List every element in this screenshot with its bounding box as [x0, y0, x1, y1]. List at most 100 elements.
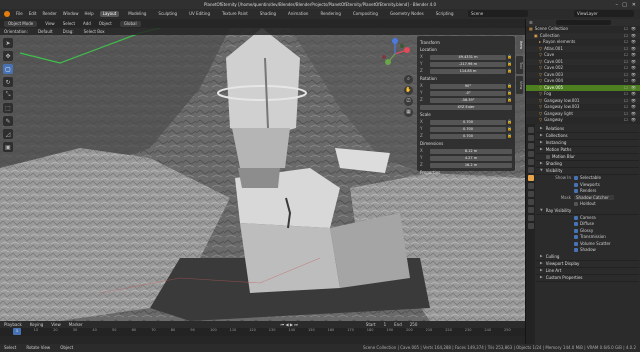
lock-icon[interactable]: 🔒: [506, 91, 512, 95]
visibility-icon[interactable]: ☐ 👁: [624, 27, 637, 31]
annotate-icon[interactable]: ✎: [3, 116, 13, 126]
physics-tab-icon[interactable]: [527, 199, 534, 205]
properties-section[interactable]: ▶ Shading: [536, 161, 639, 168]
workspace-tab[interactable]: Modeling: [125, 11, 149, 17]
workspace-tab[interactable]: UV Editing: [186, 11, 213, 17]
object-tab-icon[interactable]: [527, 175, 534, 181]
properties-subsection[interactable]: Motion Blur: [536, 154, 639, 161]
checkbox[interactable]: [574, 228, 578, 233]
timeline[interactable]: Playback Keying View Marker ⏮ ◀ ▶ ⏭ Star…: [0, 321, 525, 344]
lock-icon[interactable]: 🔒: [506, 134, 512, 138]
workspace-tab[interactable]: Sculpting: [155, 11, 180, 17]
lock-icon[interactable]: 🔒: [506, 55, 512, 59]
navigation-gizmo[interactable]: [378, 37, 412, 71]
grid-icon[interactable]: ▦: [404, 108, 413, 117]
end-frame-field[interactable]: 250: [410, 322, 418, 327]
cursor-icon[interactable]: ➤: [3, 38, 13, 48]
properties-section[interactable]: ▶ Custom Properties: [536, 275, 639, 282]
close-icon[interactable]: ✕: [632, 2, 636, 8]
timeline-menu-marker[interactable]: Marker: [69, 322, 83, 327]
measure-icon[interactable]: ◿: [3, 129, 13, 139]
scale-z-field[interactable]: 0.700: [430, 133, 506, 139]
visibility-icon[interactable]: ☐ 👁: [624, 105, 637, 109]
camera-icon[interactable]: ⎚: [404, 97, 413, 106]
blender-logo-icon[interactable]: [4, 11, 10, 17]
rotation-z-field[interactable]: -58.39°: [430, 97, 506, 103]
transform-icon[interactable]: ⬚: [3, 103, 13, 113]
viewport-menu-select[interactable]: Select: [63, 21, 75, 26]
properties-section[interactable]: ▶ Instancing: [536, 140, 639, 147]
constraints-tab-icon[interactable]: [527, 207, 534, 213]
checkbox[interactable]: [574, 189, 578, 194]
orientation-dropdown[interactable]: Global: [119, 20, 141, 27]
menu-edit[interactable]: Edit: [29, 12, 37, 16]
checkbox[interactable]: [574, 215, 578, 220]
rotation-y-field[interactable]: -0°: [430, 90, 506, 96]
lock-icon[interactable]: 🔒: [506, 127, 512, 131]
workspace-tab[interactable]: Shading: [257, 11, 279, 17]
properties-section[interactable]: ▼ Visibility: [536, 168, 639, 175]
zoom-icon[interactable]: ⌕: [404, 75, 413, 84]
rotation-mode-dropdown[interactable]: XYZ Euler: [420, 104, 512, 110]
visibility-icon[interactable]: ☐ 👁: [624, 46, 637, 51]
visibility-icon[interactable]: ☐ 👁: [624, 85, 637, 90]
scale-icon[interactable]: ⤡: [3, 90, 13, 100]
rotate-icon[interactable]: ↻: [3, 77, 13, 87]
workspace-tab[interactable]: Scripting: [433, 11, 457, 17]
visibility-icon[interactable]: ☐ 👁: [624, 59, 637, 64]
visibility-icon[interactable]: ☐ 👁: [624, 79, 637, 83]
visibility-icon[interactable]: ☐ 👁: [624, 72, 637, 77]
start-frame-field[interactable]: 1: [384, 322, 387, 327]
mask-dropdown[interactable]: Shadow Catcher: [574, 195, 614, 201]
viewport-menu-add[interactable]: Add: [83, 21, 91, 26]
properties-section[interactable]: ▶ Culling: [536, 254, 639, 261]
checkbox[interactable]: [574, 235, 578, 240]
filter-icon[interactable]: ☰: [529, 20, 533, 25]
lock-icon[interactable]: 🔒: [506, 69, 512, 73]
properties-section[interactable]: ▶ Line Art: [536, 268, 639, 275]
world-tab-icon[interactable]: [527, 167, 534, 173]
checkbox[interactable]: [574, 176, 578, 181]
properties-section[interactable]: ▶ Relations: [536, 126, 639, 133]
workspace-tab[interactable]: Texture Paint: [219, 11, 251, 17]
scale-y-field[interactable]: 0.700: [430, 126, 506, 132]
select-icon[interactable]: ▢: [3, 64, 13, 74]
tool-tab-icon[interactable]: [527, 127, 534, 133]
lock-icon[interactable]: 🔒: [506, 98, 512, 102]
workspace-tab[interactable]: Layout: [99, 11, 120, 17]
location-y-field[interactable]: -217.96 m: [430, 61, 506, 67]
scene-tab-icon[interactable]: [527, 159, 534, 165]
checkbox[interactable]: [574, 182, 578, 187]
view-layer-tab-icon[interactable]: [527, 151, 534, 157]
minimize-icon[interactable]: –: [616, 2, 619, 8]
mode-dropdown[interactable]: Object Mode: [4, 20, 38, 27]
view-layer-selector[interactable]: ViewLayer: [574, 10, 634, 17]
checkbox[interactable]: [574, 241, 578, 246]
visibility-icon[interactable]: ☐ 👁: [624, 118, 637, 122]
properties-section[interactable]: ▼ Ray Visibility: [536, 208, 639, 215]
rotation-x-field[interactable]: 90°: [430, 83, 506, 89]
material-tab-icon[interactable]: [527, 223, 534, 229]
properties-editor[interactable]: ▶ Relations ▶ Collections ▶ Instancing ▶ Motion…: [525, 124, 640, 344]
outliner[interactable]: ☰ ▦ Scene Collection ☐ 👁 ▣ Collection ☐ …: [525, 19, 640, 124]
scale-x-field[interactable]: 0.700: [430, 119, 506, 125]
drag-value[interactable]: Select Box: [84, 29, 105, 34]
location-z-field[interactable]: 114.85 m: [430, 68, 506, 74]
visibility-icon[interactable]: ☐ 👁: [624, 40, 637, 44]
particles-tab-icon[interactable]: [527, 191, 534, 197]
lock-icon[interactable]: 🔒: [506, 84, 512, 88]
checkbox[interactable]: [546, 155, 550, 159]
playhead[interactable]: 1: [13, 328, 21, 335]
dimension-x-field[interactable]: 8.12 m: [430, 148, 512, 154]
transform-header[interactable]: Transform: [420, 41, 512, 45]
menu-help[interactable]: Help: [84, 12, 93, 16]
workspace-tab[interactable]: Animation: [285, 11, 311, 17]
properties-section[interactable]: ▶ Collections: [536, 133, 639, 140]
visibility-icon[interactable]: ☐ 👁: [624, 53, 637, 57]
play-icon[interactable]: ⏮ ◀ ▶ ⏭: [281, 322, 298, 327]
timeline-menu-keying[interactable]: Keying: [30, 322, 43, 327]
tab-item[interactable]: Item: [516, 36, 523, 54]
render-tab-icon[interactable]: [527, 135, 534, 141]
lock-icon[interactable]: 🔒: [506, 120, 512, 124]
checkbox[interactable]: [574, 222, 578, 227]
